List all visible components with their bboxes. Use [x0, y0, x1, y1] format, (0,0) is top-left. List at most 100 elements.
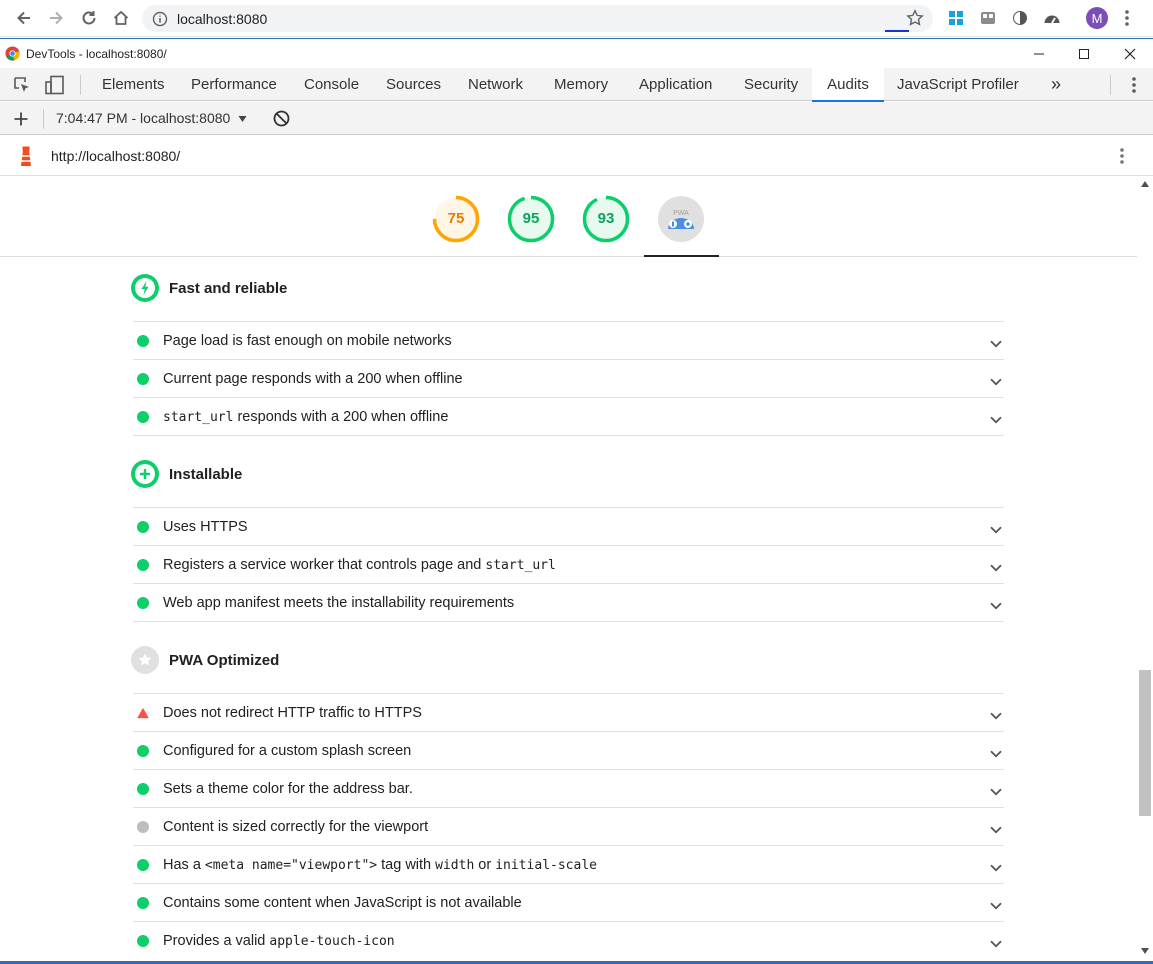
speedometer-extension-icon[interactable] — [1042, 8, 1062, 28]
windows-extension-icon[interactable] — [946, 8, 966, 28]
audit-row[interactable]: Has a <meta name="viewport"> tag with wi… — [133, 845, 1004, 883]
clear-block-icon[interactable] — [273, 110, 290, 127]
tab-audits[interactable]: Audits — [812, 68, 884, 102]
expand-chevron-icon[interactable] — [990, 707, 1002, 725]
expand-chevron-icon[interactable] — [990, 935, 1002, 953]
bookmark-star-icon[interactable] — [906, 9, 924, 27]
not-applicable-dot-icon — [137, 820, 149, 833]
pass-dot-icon — [137, 520, 149, 533]
audits-toolbar: 7:04:47 PM - localhost:8080 — [0, 102, 1153, 135]
audit-group-title: Installable — [169, 465, 243, 483]
audit-title-text: tag with — [377, 856, 436, 873]
new-audit-plus-icon[interactable] — [13, 111, 29, 127]
score-value: 75 — [447, 210, 465, 227]
audit-title-text: Registers a service worker that controls… — [163, 556, 486, 573]
maximize-button[interactable] — [1061, 39, 1107, 69]
audit-row[interactable]: Does not redirect HTTP traffic to HTTPS — [133, 693, 1004, 731]
tab-sources[interactable]: Sources — [386, 68, 441, 101]
back-button[interactable] — [8, 2, 40, 34]
audit-title-code: width — [435, 857, 475, 873]
arrow-right-icon — [50, 11, 63, 25]
tab-performance[interactable]: Performance — [191, 68, 277, 101]
profile-avatar[interactable]: M — [1086, 7, 1108, 29]
audit-list-end-divider — [133, 621, 1004, 622]
audit-row[interactable]: Web app manifest meets the installabilit… — [133, 583, 1004, 621]
score-gauge-best-practices[interactable]: 93 — [582, 195, 630, 243]
report-selector-label: 7:04:47 PM - localhost:8080 — [56, 110, 231, 126]
tab-console[interactable]: Console — [304, 68, 359, 101]
address-bar[interactable]: localhost:8080 — [142, 5, 933, 32]
expand-chevron-icon[interactable] — [990, 859, 1002, 877]
pass-dot-icon — [137, 744, 149, 757]
dropdown-triangle-icon — [238, 116, 247, 122]
tab-network[interactable]: Network — [468, 68, 523, 101]
pass-dot-icon — [137, 558, 149, 571]
audit-row[interactable]: Sets a theme color for the address bar. — [133, 769, 1004, 807]
audit-row[interactable]: start_url responds with a 200 when offli… — [133, 397, 1004, 435]
audit-title: Uses HTTPS — [163, 519, 248, 535]
expand-chevron-icon[interactable] — [990, 335, 1002, 353]
forward-button[interactable] — [40, 2, 72, 34]
more-tabs-button[interactable]: » — [1051, 68, 1061, 101]
expand-chevron-icon[interactable] — [990, 821, 1002, 839]
audit-title-code: initial-scale — [495, 857, 597, 873]
audit-title: Contains some content when JavaScript is… — [163, 895, 522, 911]
pass-dot-icon — [137, 858, 149, 871]
report-selector[interactable]: 7:04:47 PM - localhost:8080 — [56, 110, 247, 126]
browser-menu-icon[interactable] — [1124, 8, 1130, 28]
pass-dot-icon — [137, 410, 149, 423]
scroll-down-arrow-icon[interactable] — [1141, 948, 1149, 954]
fail-triangle-icon — [137, 707, 149, 719]
score-gauge-accessibility[interactable]: 95 — [507, 195, 555, 243]
audit-title-text: or — [474, 856, 496, 873]
audit-row[interactable]: Configured for a custom splash screen — [133, 731, 1004, 769]
devtools-window-titlebar: DevTools - localhost:8080/ — [0, 38, 1153, 68]
expand-chevron-icon[interactable] — [990, 783, 1002, 801]
tab-javascript-profiler[interactable]: JavaScript Profiler — [897, 68, 1019, 101]
tab-security[interactable]: Security — [744, 68, 798, 101]
pass-dot-icon — [137, 934, 149, 947]
tab-elements[interactable]: Elements — [102, 68, 165, 101]
expand-chevron-icon[interactable] — [990, 897, 1002, 915]
expand-chevron-icon[interactable] — [990, 521, 1002, 539]
audit-group-header: Fast and reliable — [130, 273, 287, 303]
audit-row[interactable]: Content is sized correctly for the viewp… — [133, 807, 1004, 845]
audit-row[interactable]: Page load is fast enough on mobile netwo… — [133, 321, 1004, 359]
audit-title-code: <meta name="viewport"> — [204, 857, 378, 873]
close-window-button[interactable] — [1107, 39, 1153, 69]
expand-chevron-icon[interactable] — [990, 597, 1002, 615]
devtools-menu-icon[interactable] — [1131, 75, 1137, 95]
tab-memory[interactable]: Memory — [554, 68, 608, 101]
audit-row[interactable]: Uses HTTPS — [133, 507, 1004, 545]
media-extension-icon[interactable] — [978, 8, 998, 28]
expand-chevron-icon[interactable] — [990, 559, 1002, 577]
minimize-button[interactable] — [1016, 39, 1062, 69]
reload-button[interactable] — [73, 2, 105, 34]
scrollbar-thumb[interactable] — [1139, 670, 1151, 816]
audit-group-header: Installable — [130, 459, 242, 489]
home-button[interactable] — [105, 2, 137, 34]
score-gauges: 75 95 93 PWA — [0, 177, 1137, 257]
dark-mode-extension-icon[interactable] — [1010, 8, 1030, 28]
scrollbar[interactable] — [1137, 177, 1153, 964]
audit-title-text: Has a — [163, 856, 205, 873]
chrome-icon — [5, 46, 20, 61]
audit-row[interactable]: Contains some content when JavaScript is… — [133, 883, 1004, 921]
audit-row[interactable]: Registers a service worker that controls… — [133, 545, 1004, 583]
expand-chevron-icon[interactable] — [990, 745, 1002, 763]
tab-application[interactable]: Application — [639, 68, 712, 101]
device-toolbar-icon[interactable] — [45, 75, 65, 95]
devtools-tab-bar: Elements Performance Console Sources Net… — [0, 68, 1153, 102]
pwa-badge-gauge[interactable]: PWA — [657, 195, 705, 243]
audit-title-text: Uses HTTPS — [163, 518, 248, 535]
scroll-up-arrow-icon[interactable] — [1141, 181, 1149, 187]
inspect-element-icon[interactable] — [13, 76, 31, 94]
audit-title: Sets a theme color for the address bar. — [163, 781, 413, 797]
report-menu-icon[interactable] — [1119, 146, 1125, 166]
score-gauge-performance[interactable]: 75 — [432, 195, 480, 243]
audit-row[interactable]: Provides a valid apple-touch-icon — [133, 921, 1004, 959]
arrow-left-icon — [17, 11, 30, 25]
expand-chevron-icon[interactable] — [990, 373, 1002, 391]
expand-chevron-icon[interactable] — [990, 411, 1002, 429]
audit-row[interactable]: Current page responds with a 200 when of… — [133, 359, 1004, 397]
